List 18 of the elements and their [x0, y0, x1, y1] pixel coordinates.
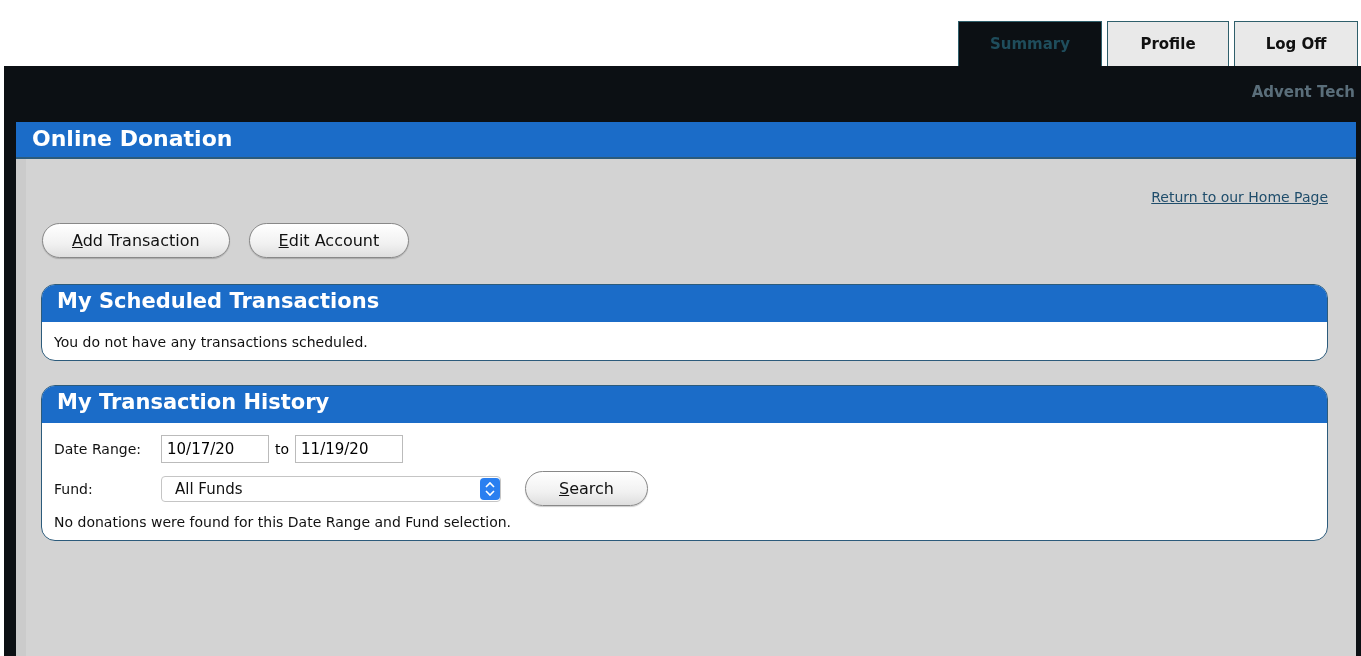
dropdown-arrows-icon	[480, 476, 500, 501]
field-label: Fund:	[54, 480, 94, 497]
nav-tab[interactable]: Profile	[1107, 21, 1229, 66]
date-from-field[interactable]: 10/17/20	[161, 435, 269, 463]
empty-message: No donations were found for this Date Range and Fund selection.	[54, 514, 513, 530]
action-button[interactable]: Edit Account	[248, 223, 410, 258]
action-button[interactable]: Add Transaction	[42, 223, 230, 258]
section-title: My Scheduled Transactions	[42, 285, 1327, 322]
empty-message: You do not have any transactions scheduled.	[54, 334, 369, 350]
organization-name: Advent Tech	[1251, 82, 1355, 101]
date-to-field[interactable]: 11/19/20	[295, 435, 404, 463]
panel-title: Online Donation	[16, 122, 1356, 159]
section-title: My Transaction History	[42, 386, 1327, 423]
search-button[interactable]: Search	[525, 471, 648, 506]
fund-dropdown[interactable]: All Funds	[161, 475, 501, 502]
nav-tab[interactable]: Log Off	[1234, 21, 1358, 66]
field-label: Date Range:	[54, 441, 142, 457]
field-label: to	[275, 441, 290, 457]
